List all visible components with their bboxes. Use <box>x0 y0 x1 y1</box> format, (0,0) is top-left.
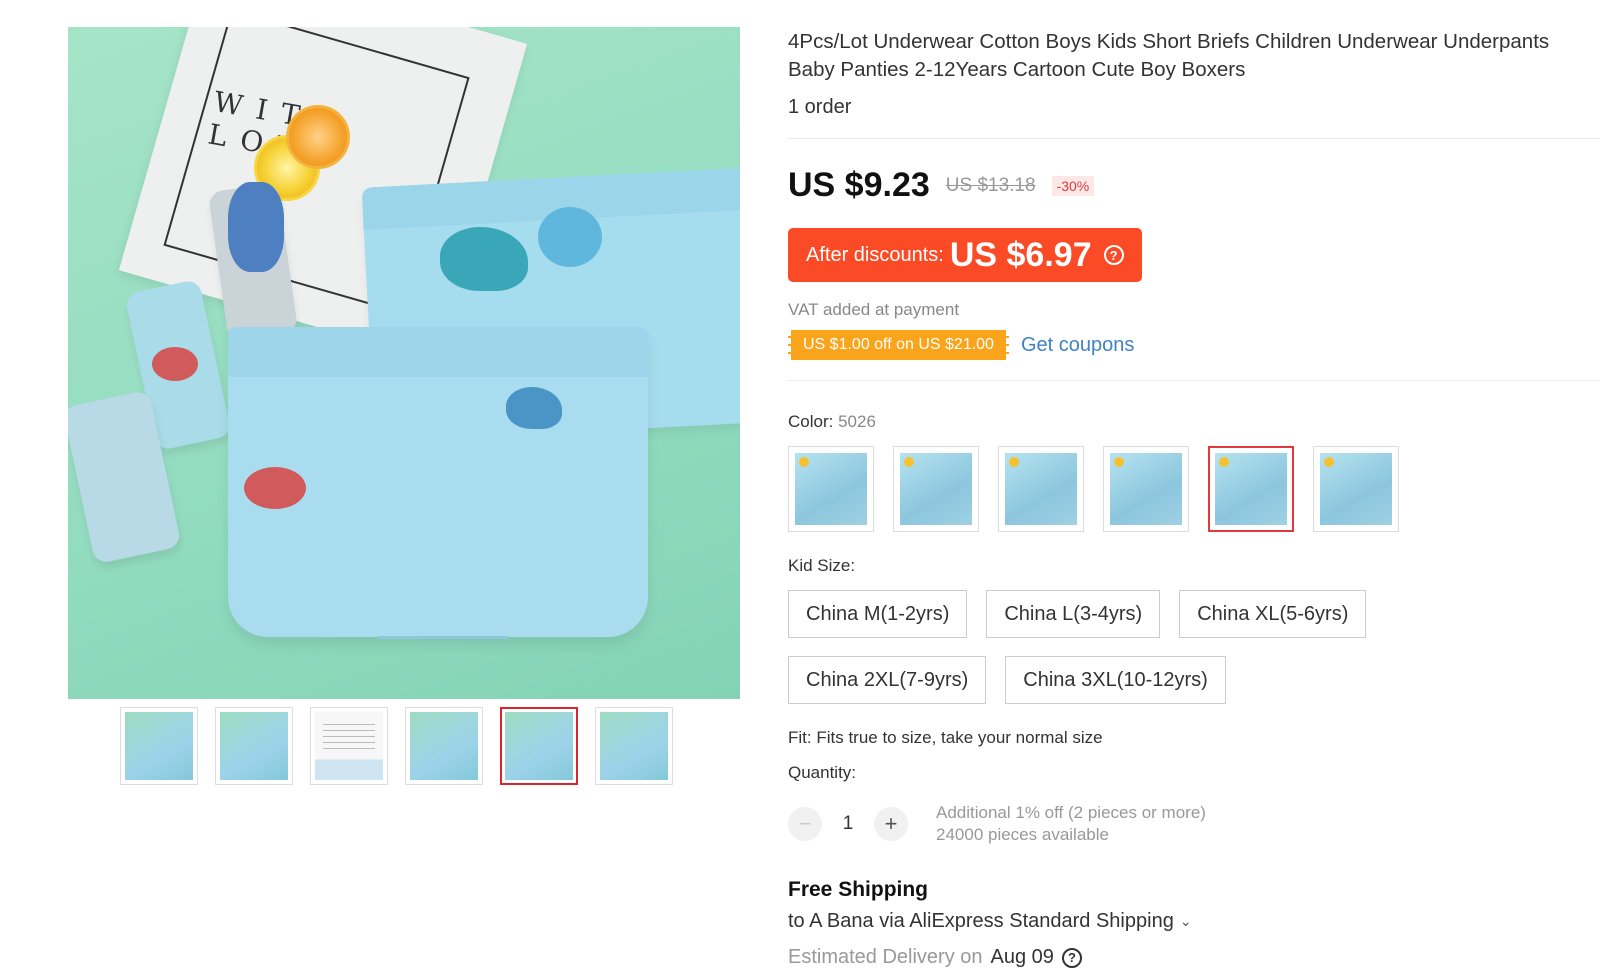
thumbnail-strip <box>120 707 673 785</box>
size-option-l[interactable]: China L(3-4yrs) <box>986 590 1161 638</box>
color-label: Color: 5026 <box>788 412 876 431</box>
size-option-xl[interactable]: China XL(5-6yrs) <box>1179 590 1367 638</box>
after-discounts-banner: After discounts: US $6.97 ? <box>788 228 1142 282</box>
fish-print <box>538 207 602 267</box>
quantity-value[interactable]: 1 <box>840 813 856 835</box>
original-price: US $13.18 <box>945 174 1036 196</box>
current-price: US $9.23 <box>788 166 930 204</box>
chevron-down-icon: ⌄ <box>1179 913 1192 929</box>
thumbnail[interactable] <box>595 707 673 785</box>
color-swatch[interactable] <box>1313 446 1399 532</box>
discount-badge: -30% <box>1051 175 1095 196</box>
delivery-date: Aug 09 <box>990 946 1054 968</box>
after-discounts-price: US $6.97 <box>949 235 1092 274</box>
divider <box>788 138 1600 139</box>
selected-color-value: 5026 <box>838 412 876 431</box>
shipping-title: Free Shipping <box>788 878 929 901</box>
thumbnail[interactable] <box>405 707 483 785</box>
shark-print <box>228 182 284 272</box>
quantity-label: Quantity: <box>788 763 857 782</box>
size-option-2xl[interactable]: China 2XL(7-9yrs) <box>788 656 987 704</box>
color-swatch[interactable] <box>998 446 1084 532</box>
color-swatch-selected[interactable] <box>1208 446 1294 532</box>
shipping-method-selector[interactable]: to A Bana via AliExpress Standard Shippi… <box>788 910 1192 933</box>
order-count: 1 order <box>788 96 852 118</box>
thumbnail-size-chart[interactable] <box>310 707 388 785</box>
crab-print <box>244 467 306 509</box>
color-swatches <box>788 446 1399 532</box>
coupon-tag[interactable]: US $1.00 off on US $21.00 <box>788 330 1009 360</box>
size-label: Kid Size: <box>788 556 856 575</box>
quantity-stepper: − 1 + Additional 1% off (2 pieces or mor… <box>788 802 1206 846</box>
thumbnail[interactable] <box>215 707 293 785</box>
coupon-row: US $1.00 off on US $21.00 Get coupons <box>788 330 1134 360</box>
help-icon[interactable]: ? <box>1103 245 1124 265</box>
quantity-notes: Additional 1% off (2 pieces or more) 240… <box>936 803 1206 844</box>
size-option-3xl[interactable]: China 3XL(10-12yrs) <box>1005 656 1226 704</box>
color-swatch[interactable] <box>893 446 979 532</box>
price-row: US $9.23 US $13.18 -30% <box>788 166 1095 205</box>
thumbnail[interactable] <box>120 707 198 785</box>
decrease-quantity-button[interactable]: − <box>788 807 822 841</box>
size-option-m[interactable]: China M(1-2yrs) <box>788 590 968 638</box>
divider <box>788 380 1600 381</box>
thumbnail-active[interactable] <box>500 707 578 785</box>
orange-slice <box>286 105 350 169</box>
product-title: 4Pcs/Lot Underwear Cotton Boys Kids Shor… <box>788 30 1550 81</box>
estimated-delivery: Estimated Delivery on Aug 09 ? <box>788 946 1082 969</box>
size-options: China M(1-2yrs) China L(3-4yrs) China XL… <box>788 590 1408 704</box>
color-swatch[interactable] <box>788 446 874 532</box>
vat-note: VAT added at payment <box>788 300 960 319</box>
after-discounts-label: After discounts: <box>806 243 944 266</box>
main-product-image[interactable]: WITH LOVE <box>68 27 740 699</box>
increase-quantity-button[interactable]: + <box>874 807 908 841</box>
get-coupons-link[interactable]: Get coupons <box>1021 334 1134 357</box>
fit-note: Fit: Fits true to size, take your normal… <box>788 728 1103 747</box>
shark-print <box>506 387 562 429</box>
color-swatch[interactable] <box>1103 446 1189 532</box>
question-icon[interactable]: ? <box>1061 947 1082 968</box>
crab-print <box>152 347 198 381</box>
